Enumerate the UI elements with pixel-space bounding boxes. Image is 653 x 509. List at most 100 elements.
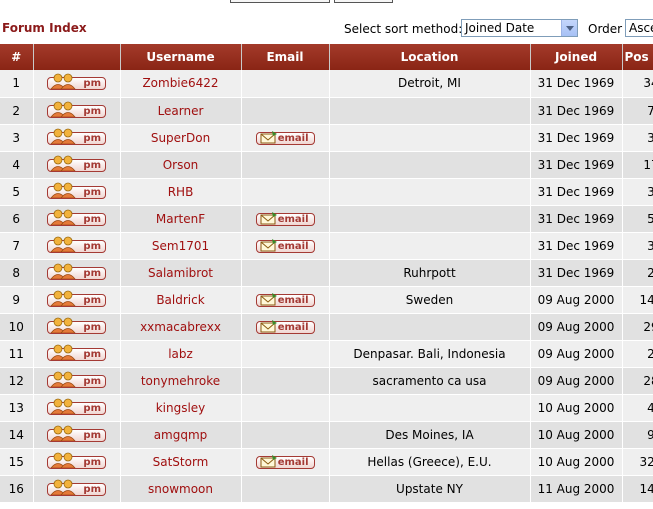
location-cell xyxy=(329,394,531,422)
email-button[interactable]: email xyxy=(255,292,315,307)
order-select[interactable]: Asce xyxy=(625,19,653,37)
location-cell xyxy=(329,313,531,341)
pm-label: pm xyxy=(83,483,101,495)
username-link[interactable]: amgqmp xyxy=(120,421,242,449)
username-link[interactable]: SatStorm xyxy=(120,448,242,476)
username-link[interactable]: SuperDon xyxy=(120,124,242,152)
post-count: 29 xyxy=(622,313,653,341)
row-number: 9 xyxy=(0,286,34,314)
location-cell: Ruhrpott xyxy=(329,259,531,287)
location-cell: sacramento ca usa xyxy=(329,367,531,395)
username-link[interactable]: tonymehroke xyxy=(120,367,242,395)
pm-label: pm xyxy=(83,402,101,414)
location-cell: Detroit, MI xyxy=(329,70,531,98)
users-icon xyxy=(50,101,76,117)
username-link[interactable]: kingsley xyxy=(120,394,242,422)
order-value: Asce xyxy=(629,21,653,35)
location-cell xyxy=(329,232,531,260)
row-number: 2 xyxy=(0,97,34,125)
username-link[interactable]: Zombie6422 xyxy=(120,70,242,98)
email-cell: email xyxy=(241,286,330,314)
row-number: 13 xyxy=(0,394,34,422)
col-header-joined[interactable]: Joined xyxy=(530,44,623,70)
pm-button[interactable]: pm xyxy=(47,371,106,388)
pm-button[interactable]: pm xyxy=(47,263,106,280)
pm-button[interactable]: pm xyxy=(47,452,106,469)
sort-method-select[interactable]: Joined Date xyxy=(461,19,578,37)
email-button[interactable]: email xyxy=(255,211,315,226)
username-link[interactable]: labz xyxy=(120,340,242,368)
pm-label: pm xyxy=(83,321,101,333)
row-number: 8 xyxy=(0,259,34,287)
email-cell xyxy=(241,340,330,368)
row-number: 14 xyxy=(0,421,34,449)
table-row: 9 pm Baldrick email Sweden09 Aug 2000140 xyxy=(0,286,653,314)
pm-label: pm xyxy=(83,294,101,306)
users-icon xyxy=(50,182,76,198)
joined-date: 10 Aug 2000 xyxy=(530,394,623,422)
forum-index-link[interactable]: Forum Index xyxy=(2,21,87,35)
username-link[interactable]: Sem1701 xyxy=(120,232,242,260)
pm-button[interactable]: pm xyxy=(47,73,106,91)
pm-button[interactable]: pm xyxy=(47,290,106,307)
joined-date: 31 Dec 1969 xyxy=(530,97,623,125)
table-header-row: # Username Email Location Joined Pos xyxy=(0,44,653,70)
row-number: 16 xyxy=(0,475,34,503)
row-number: 3 xyxy=(0,124,34,152)
users-icon xyxy=(50,209,76,225)
users-icon xyxy=(50,236,76,252)
email-button[interactable]: email xyxy=(255,319,315,334)
col-header-posts[interactable]: Pos xyxy=(622,44,653,70)
username-link[interactable]: Baldrick xyxy=(120,286,242,314)
table-row: 1 pm Zombie6422 Detroit, MI31 Dec 196934 xyxy=(0,70,653,98)
pm-cell: pm xyxy=(33,259,121,287)
pm-button[interactable]: pm xyxy=(47,101,106,118)
pm-button[interactable]: pm xyxy=(47,155,106,172)
table-row: 13 pm kingsley 10 Aug 2000 4 xyxy=(0,394,653,422)
users-icon xyxy=(50,425,76,441)
col-header-location: Location xyxy=(329,44,531,70)
username-link[interactable]: snowmoon xyxy=(120,475,242,503)
pm-label: pm xyxy=(83,456,101,468)
chevron-down-icon[interactable] xyxy=(561,20,577,36)
username-link[interactable]: MartenF xyxy=(120,205,242,233)
location-cell xyxy=(329,151,531,179)
username-link[interactable]: RHB xyxy=(120,178,242,206)
email-cell: email xyxy=(241,313,330,341)
post-count: 28 xyxy=(622,367,653,395)
pm-button[interactable]: pm xyxy=(47,236,106,253)
email-button[interactable]: email xyxy=(255,130,315,145)
post-count: 7 xyxy=(622,97,653,125)
pm-button[interactable]: pm xyxy=(47,128,106,145)
users-icon xyxy=(50,479,76,495)
pm-button[interactable]: pm xyxy=(47,398,106,415)
top-button-right[interactable] xyxy=(334,0,393,3)
post-count: 2 xyxy=(622,340,653,368)
col-header-username[interactable]: Username xyxy=(120,44,242,70)
pm-button[interactable]: pm xyxy=(47,317,106,334)
joined-date: 09 Aug 2000 xyxy=(530,367,623,395)
post-count: 140 xyxy=(622,286,653,314)
pm-cell: pm xyxy=(33,97,121,125)
username-link[interactable]: Learner xyxy=(120,97,242,125)
post-count: 34 xyxy=(622,70,653,98)
pm-button[interactable]: pm xyxy=(47,425,106,442)
table-row: 15 pm SatStorm email Hellas (Greece), E.U. 10… xyxy=(0,448,653,476)
pm-button[interactable]: pm xyxy=(47,182,106,199)
username-link[interactable]: Salamibrot xyxy=(120,259,242,287)
top-button-left[interactable] xyxy=(230,0,330,3)
pm-button[interactable]: pm xyxy=(47,344,106,361)
email-cell xyxy=(241,367,330,395)
envelope-icon xyxy=(260,211,277,224)
pm-label: pm xyxy=(83,186,101,198)
username-link[interactable]: Orson xyxy=(120,151,242,179)
email-button[interactable]: email xyxy=(255,238,315,253)
pm-button[interactable]: pm xyxy=(47,479,106,496)
username-link[interactable]: xxmacabrexx xyxy=(120,313,242,341)
email-button[interactable]: email xyxy=(255,454,315,469)
pm-cell: pm xyxy=(33,367,121,395)
pm-button[interactable]: pm xyxy=(47,209,106,226)
email-cell xyxy=(241,178,330,206)
users-icon xyxy=(50,452,76,468)
pm-cell: pm xyxy=(33,448,121,476)
